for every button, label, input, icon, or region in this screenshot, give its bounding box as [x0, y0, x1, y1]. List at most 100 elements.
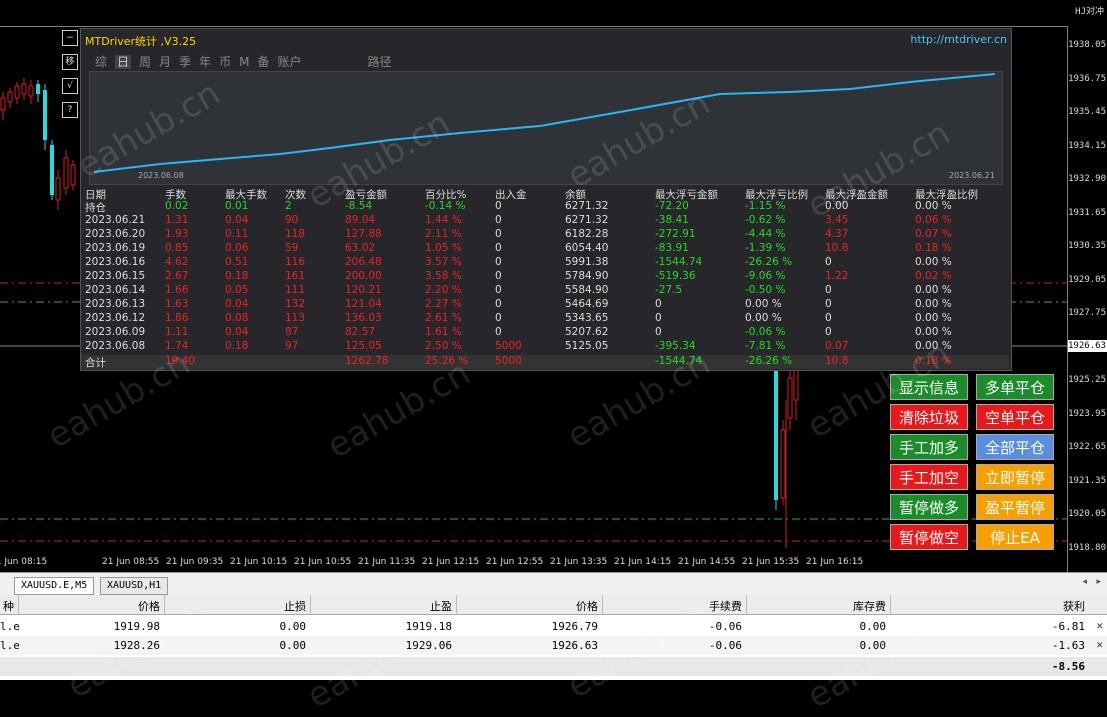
minimize-button[interactable]: −	[62, 30, 78, 46]
column-separator[interactable]	[310, 595, 311, 614]
table-cell: 127.88	[345, 228, 382, 240]
column-separator[interactable]	[18, 595, 19, 614]
orders-header-cell[interactable]: 价格	[458, 598, 598, 614]
column-separator[interactable]	[456, 595, 457, 614]
path-label[interactable]: 路径	[368, 55, 392, 69]
order-cell: -0.06	[708, 620, 742, 633]
tab-magic[interactable]: M	[239, 55, 249, 69]
pause-on-profit-button[interactable]: 盈平暂停	[976, 494, 1054, 520]
stop-ea-button[interactable]: 停止EA	[976, 524, 1054, 550]
pause-now-button[interactable]: 立即暂停	[976, 464, 1054, 490]
table-cell: 0	[825, 312, 832, 324]
tab-summary[interactable]: 综	[95, 55, 107, 69]
table-cell: 0	[495, 256, 502, 268]
price-tick: 1927.75	[1068, 308, 1106, 318]
table-cell: 161	[285, 270, 306, 282]
tab-currency[interactable]: 币	[219, 55, 231, 69]
tab-quarter[interactable]: 季	[179, 55, 191, 69]
price-tick: 1925.25	[1068, 375, 1106, 385]
tab-day[interactable]: 日	[115, 55, 132, 69]
help-button[interactable]: ?	[62, 102, 78, 118]
pause-long-button[interactable]: 暂停做多	[890, 494, 968, 520]
equity-curve-svg	[93, 73, 996, 173]
table-cell: 0	[825, 298, 832, 310]
table-cell: 5207.62	[565, 326, 609, 338]
table-cell: 132	[285, 298, 306, 310]
order-row[interactable]: l.e 1919.98 0.00 1919.18 1926.79 -0.06 0.00 -6.…	[0, 617, 1107, 636]
column-separator[interactable]	[890, 595, 891, 614]
table-cell: 2023.06.21	[85, 214, 146, 226]
move-button[interactable]: 移	[62, 54, 78, 70]
table-cell: -0.06 %	[745, 326, 786, 338]
table-cell: 5784.90	[565, 270, 609, 282]
close-order-icon[interactable]: ✕	[1096, 638, 1103, 651]
show-info-button[interactable]: 显示信息	[890, 374, 968, 400]
close-all-button[interactable]: 全部平仓	[976, 434, 1054, 460]
scroll-left-icon[interactable]: ◂	[1082, 577, 1087, 587]
chart-tab-xauusd-h1[interactable]: XAUUSD,H1	[100, 577, 169, 595]
pause-short-button[interactable]: 暂停做空	[890, 524, 968, 550]
column-separator[interactable]	[746, 595, 747, 614]
table-cell: 2023.06.09	[85, 326, 146, 338]
table-cell: 0.00 %	[915, 326, 952, 338]
orders-header-cell[interactable]: 止盈	[312, 598, 452, 614]
table-cell: 0	[655, 298, 662, 310]
chart-tab-xauusd-m5[interactable]: XAUUSD.E,M5	[14, 577, 95, 595]
orders-header-cell[interactable]: 种	[0, 598, 14, 614]
time-tick: 21 Jun 09:35	[166, 557, 224, 567]
table-cell: 1.66	[165, 284, 189, 296]
panel-url-link[interactable]: http://mtdriver.cn	[910, 33, 1007, 46]
tab-account[interactable]: 账户	[277, 55, 301, 69]
order-cell: 0.00	[279, 639, 307, 652]
table-cell: 2023.06.19	[85, 242, 146, 254]
panel-title: MTDriver统计 ,V3.25	[85, 35, 197, 48]
clear-junk-button[interactable]: 清除垃圾	[890, 404, 968, 430]
time-tick: 21 Jun 10:15	[230, 557, 288, 567]
table-cell: 136.03	[345, 312, 382, 324]
table-cell: 5584.90	[565, 284, 609, 296]
table-cell: 0.07	[825, 340, 849, 352]
table-cell: -0.14 %	[425, 200, 466, 212]
column-separator[interactable]	[602, 595, 603, 614]
close-short-button[interactable]: 空单平仓	[976, 404, 1054, 430]
table-cell: 6271.32	[565, 214, 609, 226]
orders-header-cell[interactable]: 库存费	[748, 598, 886, 614]
column-separator[interactable]	[164, 595, 165, 614]
table-cell: -38.41	[655, 214, 689, 226]
table-cell: -9.06 %	[745, 270, 786, 282]
tab-year[interactable]: 年	[199, 55, 211, 69]
table-cell: 2.61 %	[425, 312, 462, 324]
order-cell: 0.00	[859, 620, 887, 633]
table-cell: -26.26 %	[745, 355, 793, 367]
tab-month[interactable]: 月	[159, 55, 171, 69]
orders-header-cell[interactable]: 价格	[20, 598, 160, 614]
table-cell: 4.62	[165, 256, 189, 268]
table-cell: 121.04	[345, 298, 382, 310]
table-cell: -1.39 %	[745, 242, 786, 254]
table-cell: 59	[285, 242, 299, 254]
table-cell: 87	[285, 326, 299, 338]
table-cell: -0.50 %	[745, 284, 786, 296]
table-cell: 90	[285, 214, 299, 226]
table-cell: 1.11	[165, 326, 189, 338]
order-row[interactable]: l.e 1928.26 0.00 1929.06 1926.63 -0.06 0.00 -1.…	[0, 636, 1107, 655]
tab-week[interactable]: 周	[139, 55, 151, 69]
table-cell: 5125.05	[565, 340, 609, 352]
table-cell: 0	[495, 242, 502, 254]
scroll-right-icon[interactable]: ▸	[1096, 577, 1101, 587]
close-order-icon[interactable]: ✕	[1096, 619, 1103, 632]
close-long-button[interactable]: 多单平仓	[976, 374, 1054, 400]
price-tick: 1935.45	[1068, 107, 1106, 117]
tab-backup[interactable]: 备	[257, 55, 269, 69]
table-cell: -1.15 %	[745, 200, 786, 212]
table-cell: -72.20	[655, 200, 689, 212]
curve-start-date: 2023.06.08	[138, 171, 184, 180]
confirm-button[interactable]: √	[62, 78, 78, 94]
manual-add-long-button[interactable]: 手工加多	[890, 434, 968, 460]
orders-header-cell[interactable]: 止损	[166, 598, 306, 614]
orders-header-cell[interactable]: 获利	[892, 598, 1085, 614]
orders-header-cell[interactable]: 手续费	[604, 598, 742, 614]
table-cell: 0	[495, 298, 502, 310]
table-cell: 0.01	[225, 200, 249, 212]
manual-add-short-button[interactable]: 手工加空	[890, 464, 968, 490]
